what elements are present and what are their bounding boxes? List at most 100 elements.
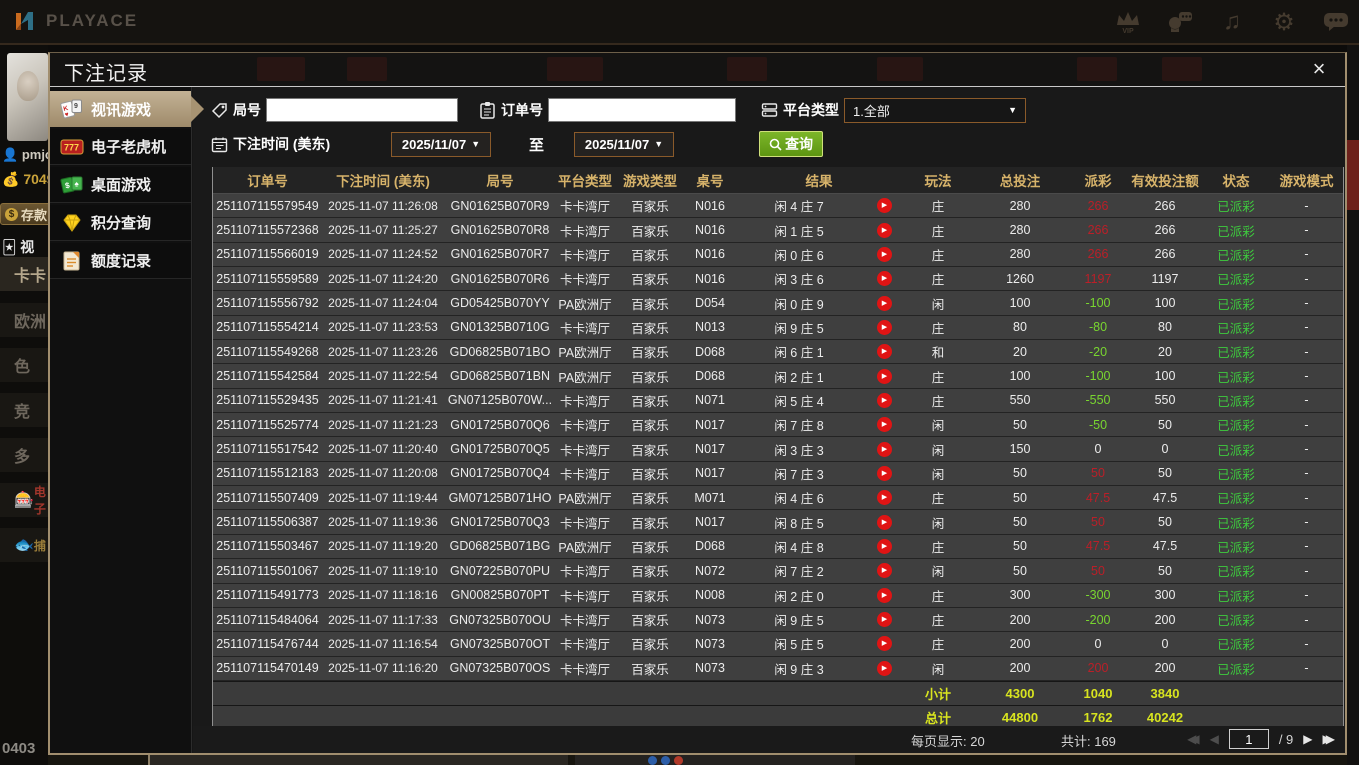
- cell-payout: 0: [1094, 442, 1102, 457]
- cell-play: 庄: [931, 589, 945, 604]
- cell-platform: 卡卡湾厅: [559, 443, 610, 458]
- sidebar-item-quota-records[interactable]: 额度记录: [50, 243, 191, 279]
- play-video-icon[interactable]: ▶: [876, 198, 892, 214]
- play-video-icon[interactable]: ▶: [876, 271, 892, 287]
- cell-time: 2025-11-07 11:16:20: [328, 661, 438, 676]
- play-video-icon[interactable]: ▶: [876, 222, 892, 238]
- tag-icon: [211, 102, 227, 118]
- gear-icon[interactable]: ⚙: [1269, 6, 1299, 38]
- vip-crown-icon[interactable]: VIP: [1113, 6, 1143, 38]
- sidebar-item-points[interactable]: 积分查询: [50, 205, 191, 241]
- chat-icon[interactable]: [1321, 6, 1351, 38]
- play-video-icon[interactable]: ▶: [876, 612, 892, 628]
- cam-chat-icon[interactable]: [1165, 6, 1195, 38]
- cell-order: 251107115484064: [216, 612, 319, 627]
- cell-game-type: 百家乐: [631, 346, 669, 361]
- bg-username: 👤 pmjo: [2, 147, 48, 162]
- cell-order: 251107115549268: [216, 344, 319, 359]
- bg-nav-item: 🐟 捕: [0, 528, 48, 562]
- play-video-icon[interactable]: ▶: [876, 465, 892, 481]
- cell-play-icon: ▶: [864, 243, 904, 266]
- sidebar-item-table-games[interactable]: $ ♠ 桌面游戏: [50, 167, 191, 203]
- play-video-icon[interactable]: ▶: [876, 660, 892, 676]
- cell-play: 闲: [931, 443, 945, 458]
- svg-text:777: 777: [64, 142, 79, 152]
- play-video-icon[interactable]: ▶: [876, 563, 892, 579]
- play-video-icon[interactable]: ▶: [876, 636, 892, 652]
- cell-time: 2025-11-07 11:19:20: [328, 539, 438, 554]
- cell-total-bet: 100: [1009, 296, 1031, 311]
- cell-game-mode: -: [1304, 198, 1309, 213]
- table-row: 251107115566019 2025-11-07 11:24:52 GN0162…: [213, 242, 1343, 268]
- cell-status: 已派彩: [1217, 443, 1255, 458]
- betting-records-modal: 下注记录 × K ♥ 9 视讯游戏 777 电子老虎机 $ ♠ 桌面游戏 积分查…: [48, 52, 1347, 755]
- play-video-icon[interactable]: ▶: [876, 295, 892, 311]
- cell-game-mode: -: [1304, 442, 1309, 457]
- play-video-icon[interactable]: ▶: [876, 490, 892, 506]
- sidebar-item-video-games[interactable]: K ♥ 9 视讯游戏: [50, 91, 204, 127]
- calendar-icon: [211, 137, 228, 152]
- cell-game-type: 百家乐: [631, 370, 669, 385]
- cell-total-bet: 550: [1009, 393, 1031, 408]
- music-icon[interactable]: ♫: [1217, 6, 1247, 38]
- order-input[interactable]: [548, 98, 736, 122]
- cell-platform: 卡卡湾厅: [559, 273, 610, 288]
- cell-play: 庄: [931, 321, 945, 336]
- play-video-icon[interactable]: ▶: [876, 246, 892, 262]
- cell-status: 已派彩: [1217, 346, 1255, 361]
- last-page-icon[interactable]: ▶▶: [1323, 732, 1336, 746]
- round-input[interactable]: [266, 98, 458, 122]
- cell-table-no: N017: [695, 417, 725, 432]
- cell-play: 庄: [931, 200, 945, 215]
- cell-payout: 200: [1087, 661, 1109, 676]
- play-video-icon[interactable]: ▶: [876, 368, 892, 384]
- table-body: 251107115579549 2025-11-07 11:26:08 GN0162…: [213, 194, 1343, 681]
- cell-total-bet: 100: [1009, 369, 1031, 384]
- play-video-icon[interactable]: ▶: [876, 538, 892, 554]
- cell-game-type: 百家乐: [631, 540, 669, 555]
- first-page-icon[interactable]: ◀◀: [1187, 732, 1200, 746]
- cards-icon: K♥ 9: [60, 99, 82, 119]
- bet-time-label: 下注时间 (美东): [233, 136, 331, 152]
- play-video-icon[interactable]: ▶: [876, 417, 892, 433]
- cell-time: 2025-11-07 11:24:52: [328, 247, 438, 262]
- play-video-icon[interactable]: ▶: [876, 319, 892, 335]
- next-page-icon[interactable]: ▶: [1303, 732, 1312, 746]
- cell-game-type: 百家乐: [631, 297, 669, 312]
- cell-result: 闲 8 庄 5: [774, 516, 824, 531]
- cell-play-icon: ▶: [864, 486, 904, 509]
- play-video-icon[interactable]: ▶: [876, 441, 892, 457]
- bg-nav-item: 色: [0, 348, 48, 382]
- play-video-icon[interactable]: ▶: [876, 514, 892, 530]
- play-video-icon[interactable]: ▶: [876, 392, 892, 408]
- prev-page-icon[interactable]: ◀: [1210, 732, 1219, 746]
- play-video-icon[interactable]: ▶: [876, 587, 892, 603]
- col-header-total-bet: 总投注: [999, 174, 1041, 189]
- cell-table-no: N016: [695, 271, 725, 286]
- cell-play-icon: ▶: [864, 462, 904, 485]
- cell-result: 闲 5 庄 4: [774, 394, 824, 409]
- date-to-select[interactable]: 2025/11/07 ▼: [574, 131, 674, 157]
- cell-time: 2025-11-07 11:23:53: [328, 320, 438, 335]
- table-row: 251107115554214 2025-11-07 11:23:53 GN0132…: [213, 315, 1343, 341]
- cell-valid-bet: 50: [1158, 417, 1172, 432]
- cell-payout: 50: [1091, 563, 1105, 578]
- cell-game-mode: -: [1304, 636, 1309, 651]
- page-input[interactable]: [1228, 729, 1269, 749]
- cell-valid-bet: 20: [1158, 344, 1172, 359]
- table-row: 251107115506387 2025-11-07 11:19:36 GN0172…: [213, 510, 1343, 535]
- cell-result: 闲 2 庄 0: [774, 589, 824, 604]
- cell-total-bet: 50: [1013, 490, 1027, 505]
- platform-select[interactable]: 1.全部 ▼: [844, 97, 1026, 123]
- cell-play: 闲: [931, 419, 945, 434]
- cell-payout: 266: [1087, 198, 1109, 213]
- play-video-icon[interactable]: ▶: [876, 344, 892, 360]
- search-button[interactable]: 查询: [759, 131, 823, 157]
- cell-platform: 卡卡湾厅: [559, 321, 610, 336]
- sidebar-item-slots[interactable]: 777 电子老虎机: [50, 129, 191, 165]
- col-header-table-no: 桌号: [696, 174, 724, 189]
- close-icon[interactable]: ×: [1305, 55, 1333, 83]
- date-from-select[interactable]: 2025/11/07 ▼: [391, 131, 491, 157]
- col-header-order: 订单号: [247, 174, 288, 189]
- deposit-button[interactable]: $ 存款: [0, 203, 48, 225]
